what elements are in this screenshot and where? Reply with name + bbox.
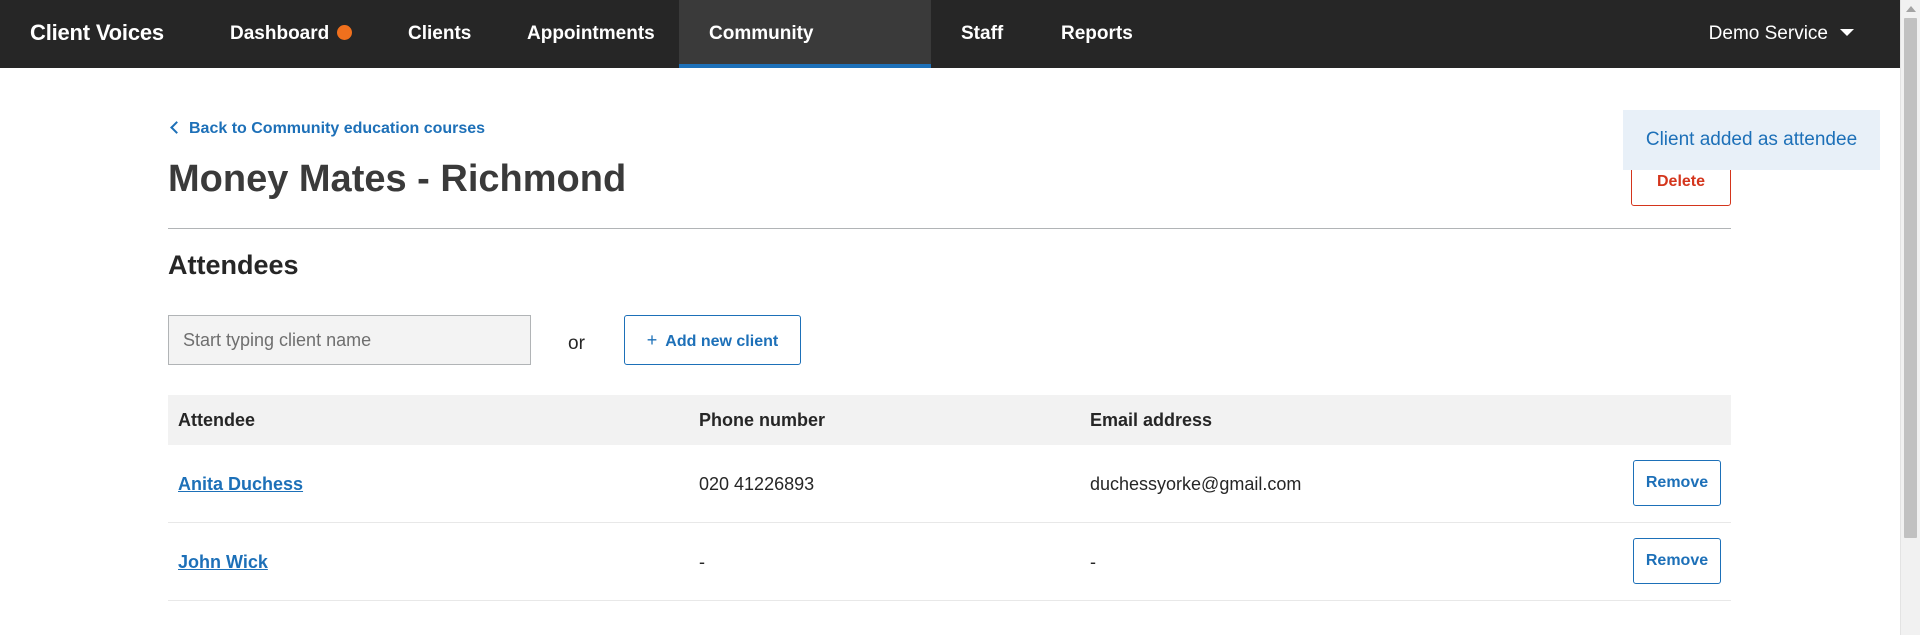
nav-community-education[interactable]: Community Education: [679, 0, 931, 112]
add-new-client-button[interactable]: + Add new client: [624, 315, 801, 365]
attendee-phone: -: [699, 552, 705, 572]
nav-staff[interactable]: Staff: [931, 0, 1033, 68]
attendee-email: -: [1090, 552, 1096, 572]
app-brand[interactable]: Client Voices: [30, 0, 164, 68]
attendees-heading: Attendees: [168, 250, 299, 280]
scroll-up-arrow-icon[interactable]: [1906, 6, 1916, 12]
table-header: Attendee Phone number Email address: [168, 395, 1731, 445]
scrollbar-thumb[interactable]: [1904, 18, 1917, 538]
notification-dot-icon: [337, 25, 353, 40]
account-menu[interactable]: Demo Service: [1709, 0, 1854, 68]
nav-dashboard-label: Dashboard: [230, 23, 330, 44]
nav-reports-label: Reports: [1061, 23, 1133, 44]
attendee-email: duchessyorke@gmail.com: [1090, 474, 1302, 494]
title-divider: [168, 228, 1731, 229]
nav-clients[interactable]: Clients: [378, 0, 501, 68]
account-name: Demo Service: [1708, 23, 1828, 44]
nav-reports[interactable]: Reports: [1031, 0, 1163, 68]
table-row: Anita Duchess 020 41226893 duchessyorke@…: [168, 445, 1731, 523]
client-search-input[interactable]: [168, 315, 531, 365]
or-separator: or: [568, 333, 585, 354]
table-row: John Wick - - Remove: [168, 523, 1731, 601]
nav-staff-label: Staff: [961, 23, 1004, 44]
top-nav-bar: Client Voices Dashboard Clients Appointm…: [0, 0, 1900, 112]
nav-dashboard[interactable]: Dashboard: [200, 0, 382, 68]
nav-appointments-label: Appointments: [527, 23, 655, 44]
caret-down-icon: [1840, 29, 1854, 36]
back-link[interactable]: Back to Community education courses: [170, 120, 486, 138]
attendee-phone: 020 41226893: [699, 474, 815, 494]
plus-icon: +: [646, 330, 658, 350]
vertical-scrollbar[interactable]: [1900, 0, 1920, 635]
chevron-left-icon: [170, 121, 183, 134]
nav-community-education-label: Community Education: [709, 23, 814, 112]
column-header-attendee: Attendee: [178, 410, 256, 430]
column-header-phone: Phone number: [699, 410, 826, 430]
column-header-email: Email address: [1090, 410, 1213, 430]
nav-appointments[interactable]: Appointments: [497, 0, 685, 68]
attendee-name-link[interactable]: Anita Duchess: [178, 445, 303, 523]
page-title: Money Mates - Richmond: [168, 158, 627, 200]
nav-clients-label: Clients: [408, 23, 472, 44]
remove-attendee-button[interactable]: Remove: [1633, 460, 1721, 506]
add-new-client-label: Add new client: [665, 333, 779, 350]
back-link-label: Back to Community education courses: [189, 120, 486, 137]
remove-attendee-button[interactable]: Remove: [1633, 538, 1721, 584]
attendee-name-link[interactable]: John Wick: [178, 523, 268, 601]
success-toast: Client added as attendee: [1623, 110, 1880, 170]
